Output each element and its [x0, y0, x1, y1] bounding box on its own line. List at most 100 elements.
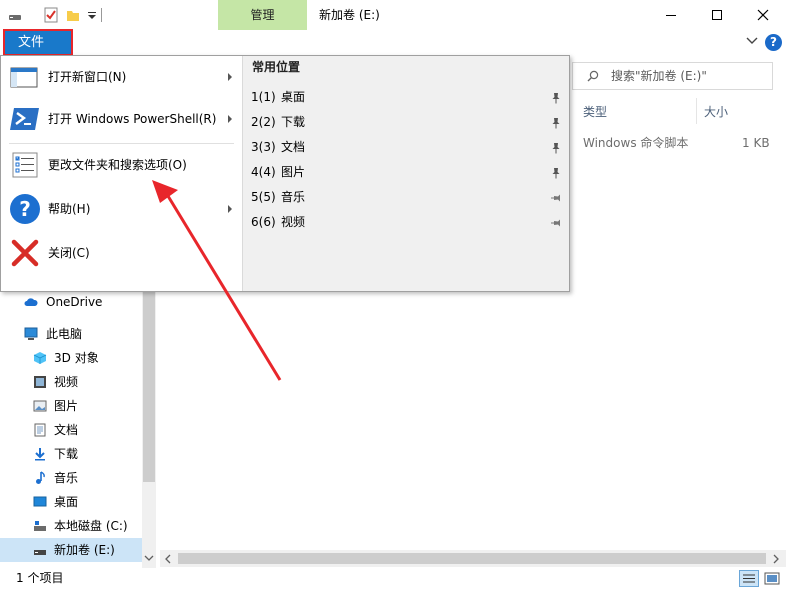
title-bar: 管理 新加卷 (E:): [0, 0, 786, 30]
powershell-icon: [10, 108, 39, 130]
place-name: 音乐: [281, 190, 306, 204]
file-type-cell[interactable]: Windows 命令脚本: [583, 134, 688, 152]
nav-item-videos[interactable]: 视频: [0, 370, 142, 394]
place-shortcut: 2(2): [251, 115, 276, 129]
maximize-button[interactable]: [694, 0, 740, 30]
nav-label: 此电脑: [46, 327, 83, 341]
nav-item-documents[interactable]: 文档: [0, 418, 142, 442]
nav-item-local-disk-c[interactable]: 本地磁盘 (C:): [0, 514, 142, 538]
nav-label: 视频: [54, 375, 79, 389]
cloud-icon: [24, 298, 38, 306]
nav-label: 图片: [54, 399, 79, 413]
tab-file[interactable]: 文件: [3, 29, 73, 56]
column-header-type[interactable]: 类型: [583, 100, 607, 124]
scroll-left-icon[interactable]: [164, 554, 172, 564]
menu-item-close[interactable]: 关闭(C): [3, 232, 240, 274]
menu-item-folder-options[interactable]: 更改文件夹和搜索选项(O): [3, 144, 240, 186]
customize-dropdown-icon[interactable]: [85, 7, 99, 23]
nav-scrollbar-thumb[interactable]: [143, 292, 155, 482]
video-icon: [34, 376, 46, 388]
new-folder-icon[interactable]: [66, 7, 80, 23]
menu-item-label: 打开 Windows PowerShell(R): [48, 112, 217, 126]
place-shortcut: 6(6): [251, 215, 276, 229]
drive-icon[interactable]: [8, 7, 22, 23]
nav-item-onedrive[interactable]: OneDrive: [0, 290, 142, 314]
menu-item-open-powershell[interactable]: 打开 Windows PowerShell(R): [3, 98, 240, 140]
nav-item-new-volume-e[interactable]: 新加卷 (E:): [0, 538, 142, 562]
search-input[interactable]: 搜索"新加卷 (E:)": [572, 62, 773, 90]
help-icon: ?: [10, 194, 40, 224]
details-view-icon[interactable]: [739, 570, 759, 587]
submenu-arrow-icon: [228, 73, 232, 81]
place-name: 桌面: [281, 90, 306, 104]
column-header-size[interactable]: 大小: [704, 100, 728, 124]
minimize-icon: [666, 15, 676, 16]
pinned-icon[interactable]: [550, 142, 562, 154]
nav-label: 下载: [54, 447, 79, 461]
unpinned-icon[interactable]: [550, 192, 562, 204]
frequent-place-documents[interactable]: 3(3) 文档: [243, 135, 570, 160]
nav-label: 桌面: [54, 495, 79, 509]
frequent-place-downloads[interactable]: 2(2) 下载: [243, 110, 570, 135]
help-button[interactable]: ?: [765, 34, 782, 51]
nav-item-music[interactable]: 音乐: [0, 466, 142, 490]
file-menu: 打开新窗口(N) 打开 Windows PowerShell(R) 更改文件夹和…: [0, 55, 570, 292]
submenu-arrow-icon: [228, 115, 232, 123]
folder-options-icon: [12, 152, 38, 178]
pinned-icon[interactable]: [550, 92, 562, 104]
place-shortcut: 1(1): [251, 90, 276, 104]
pictures-icon: [33, 400, 47, 412]
search-icon: [587, 70, 599, 82]
nav-label: 文档: [54, 423, 79, 437]
documents-icon: [34, 423, 46, 437]
music-icon: [36, 471, 45, 484]
ribbon: [0, 30, 786, 58]
minimize-button[interactable]: [648, 0, 694, 30]
explorer-window: 管理 新加卷 (E:) ? 搜索"新加卷 (E:)" 类型 大小 Windows…: [0, 0, 786, 589]
large-icons-view-icon[interactable]: [762, 570, 782, 587]
place-name: 图片: [281, 165, 306, 179]
nav-item-desktop[interactable]: 桌面: [0, 490, 142, 514]
place-shortcut: 5(5): [251, 190, 276, 204]
menu-item-label: 更改文件夹和搜索选项(O): [48, 158, 187, 172]
nav-item-pictures[interactable]: 图片: [0, 394, 142, 418]
menu-item-open-new-window[interactable]: 打开新窗口(N): [3, 56, 240, 98]
menu-item-label: 打开新窗口(N): [48, 70, 127, 84]
horizontal-scrollbar-thumb[interactable]: [178, 553, 766, 564]
tab-manage[interactable]: 管理: [218, 0, 307, 30]
place-shortcut: 3(3): [251, 140, 276, 154]
scroll-right-icon[interactable]: [772, 554, 780, 564]
close-window-button[interactable]: [740, 0, 786, 30]
place-shortcut: 4(4): [251, 165, 276, 179]
column-divider[interactable]: [696, 98, 697, 124]
nav-item-downloads[interactable]: 下载: [0, 442, 142, 466]
file-size-cell[interactable]: 1 KB: [742, 134, 770, 152]
frequent-place-videos[interactable]: 6(6) 视频: [243, 210, 570, 235]
nav-label: 本地磁盘 (C:): [54, 519, 128, 533]
svg-text:?: ?: [19, 197, 31, 221]
titlebar-separator: [101, 8, 102, 22]
frequent-place-music[interactable]: 5(5) 音乐: [243, 185, 570, 210]
place-name: 下载: [281, 115, 306, 129]
expand-ribbon-icon[interactable]: [746, 36, 758, 46]
nav-item-this-pc[interactable]: 此电脑: [0, 322, 142, 346]
menu-item-help[interactable]: ? 帮助(H): [3, 188, 240, 230]
scroll-down-icon[interactable]: [144, 554, 154, 562]
desktop-icon: [33, 496, 47, 507]
pinned-icon[interactable]: [550, 117, 562, 129]
frequent-place-desktop[interactable]: 1(1) 桌面: [243, 85, 570, 110]
nav-label: OneDrive: [46, 295, 103, 309]
search-placeholder: 搜索"新加卷 (E:)": [611, 69, 707, 83]
unpinned-icon[interactable]: [550, 217, 562, 229]
window-title: 新加卷 (E:): [319, 8, 380, 22]
nav-label: 3D 对象: [54, 351, 99, 365]
close-icon: [11, 239, 39, 267]
nav-item-3d-objects[interactable]: 3D 对象: [0, 346, 142, 370]
3d-objects-icon: [33, 352, 47, 364]
drive-icon: [34, 550, 46, 555]
frequent-place-pictures[interactable]: 4(4) 图片: [243, 160, 570, 185]
pinned-icon[interactable]: [550, 167, 562, 179]
properties-icon[interactable]: [44, 7, 58, 23]
frequent-places-title: 常用位置: [252, 60, 301, 74]
place-name: 文档: [281, 140, 306, 154]
